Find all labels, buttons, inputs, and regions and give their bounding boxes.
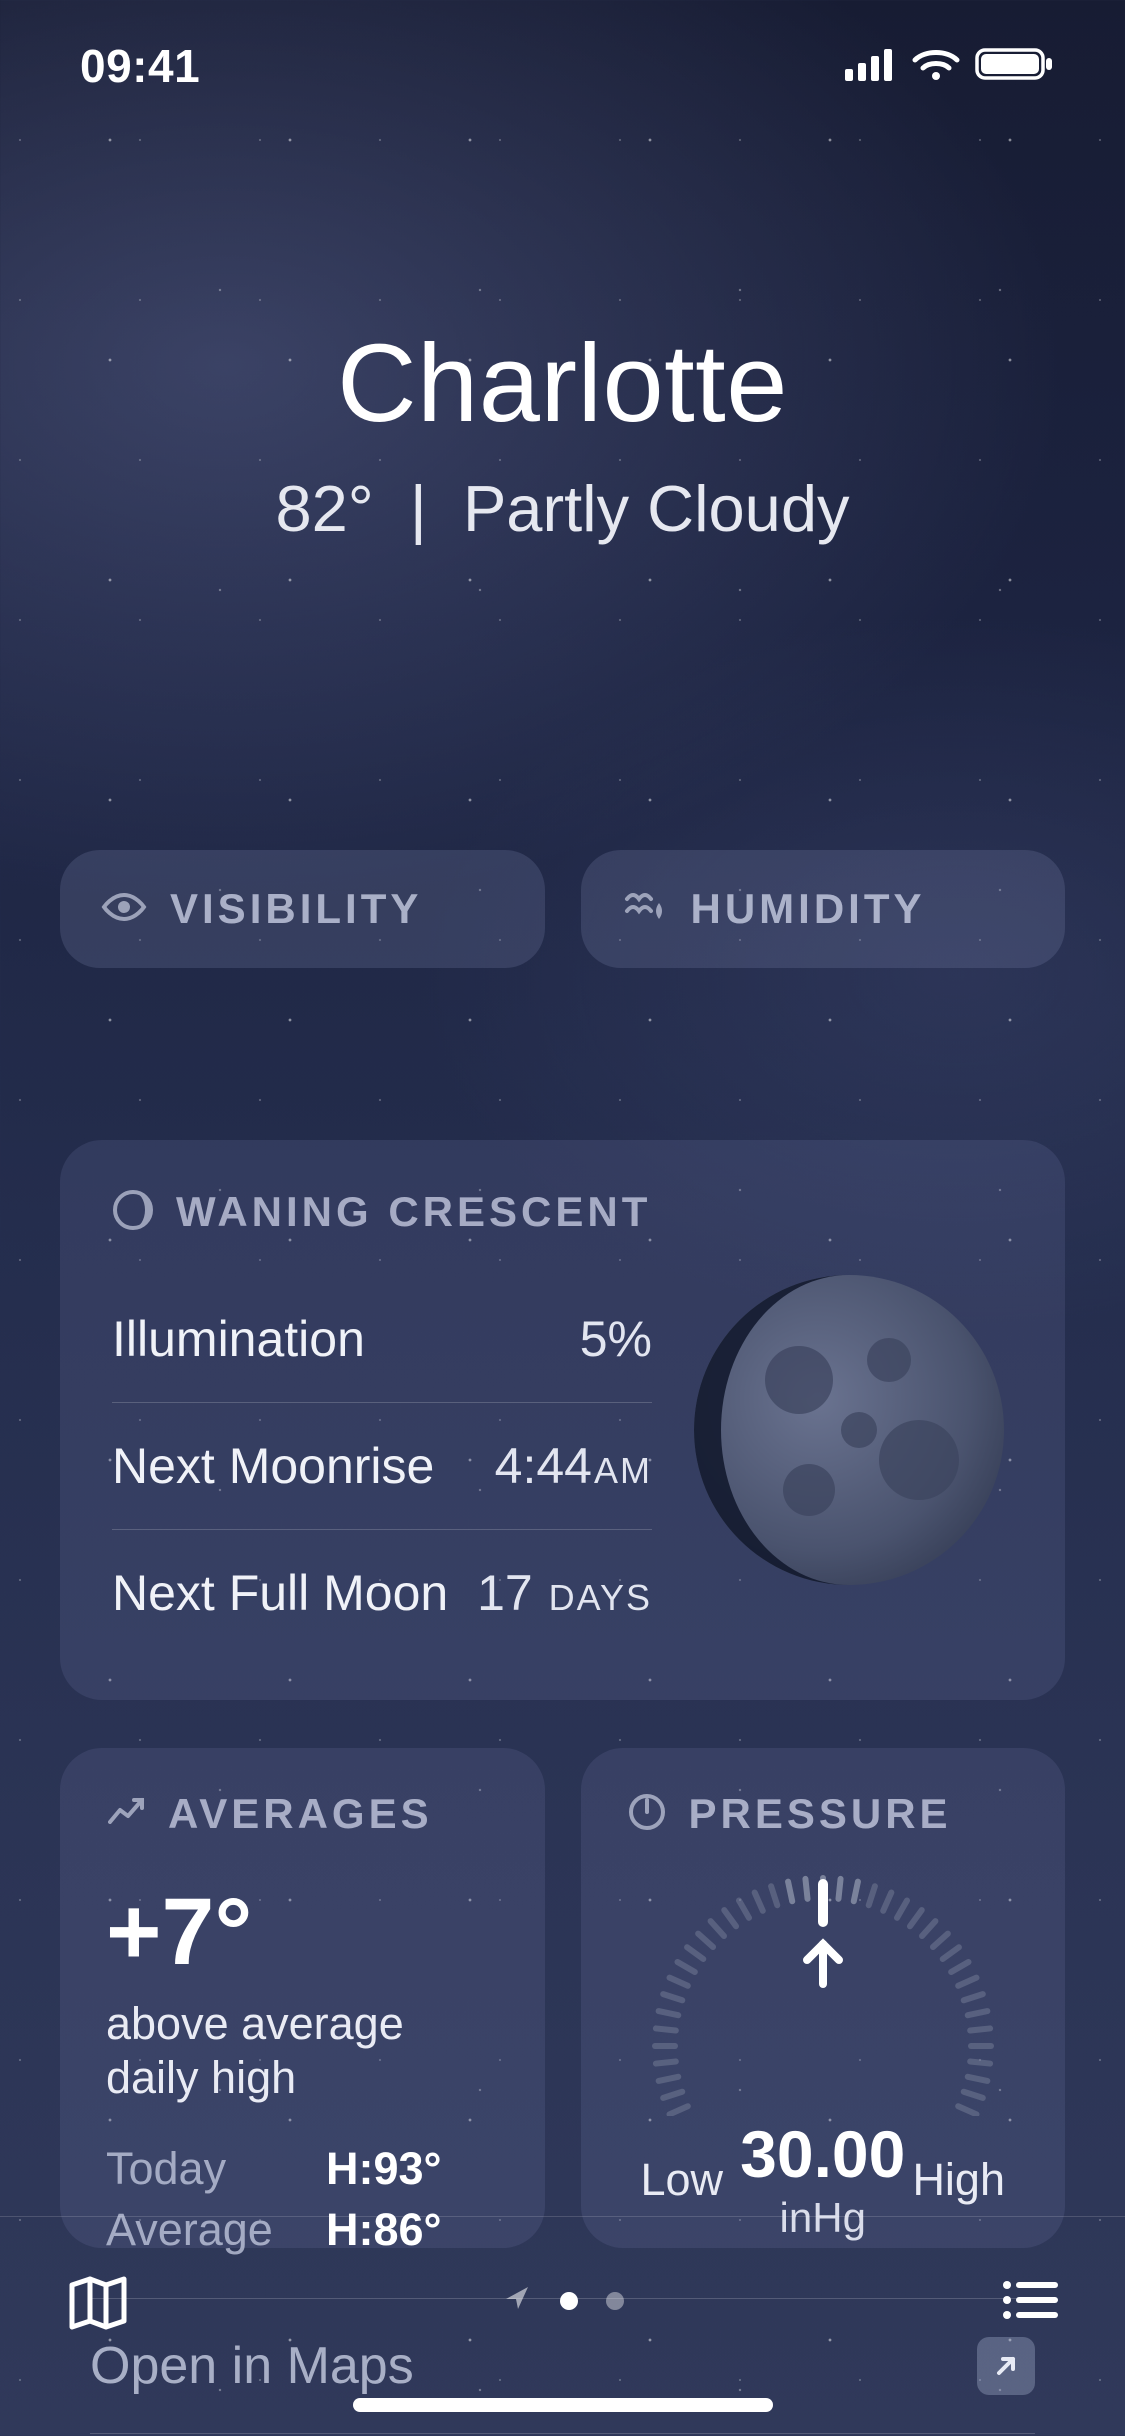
moon-phase-card[interactable]: WANING CRESCENT Illumination 5% Next Moo… — [60, 1140, 1065, 1700]
moonrise-key: Next Moonrise — [112, 1437, 434, 1495]
page-dot-current — [560, 2292, 578, 2310]
separator: | — [410, 472, 427, 545]
averages-delta: +7° — [106, 1878, 499, 1987]
moonrise-value: 4:44AM — [495, 1437, 652, 1495]
location-arrow-icon — [502, 2283, 532, 2318]
humidity-card[interactable]: HUMIDITY — [581, 850, 1066, 968]
moon-image — [689, 1270, 1009, 1590]
city-name: Charlotte — [0, 320, 1125, 447]
illumination-key: Illumination — [112, 1310, 365, 1368]
condition-summary: 82° | Partly Cloudy — [0, 471, 1125, 546]
pressure-label: PRESSURE — [689, 1790, 952, 1838]
status-icons — [845, 46, 1055, 87]
pressure-low-label: Low — [641, 2154, 724, 2206]
status-time: 09:41 — [80, 39, 200, 93]
condition-text: Partly Cloudy — [463, 472, 850, 545]
battery-icon — [975, 46, 1055, 87]
averages-icon — [106, 1792, 146, 1837]
home-indicator[interactable] — [353, 2398, 773, 2412]
full-moon-row: Next Full Moon 17 DAYS — [112, 1530, 652, 1656]
visibility-label: VISIBILITY — [170, 885, 422, 933]
full-moon-value: 17 DAYS — [477, 1564, 652, 1622]
visibility-card[interactable]: VISIBILITY — [60, 850, 545, 968]
list-button[interactable] — [997, 2267, 1063, 2338]
moonrise-row: Next Moonrise 4:44AM — [112, 1403, 652, 1530]
wifi-icon — [911, 46, 961, 87]
page-dot — [606, 2292, 624, 2310]
moon-phase-label: WANING CRESCENT — [176, 1188, 651, 1236]
temperature: 82° — [276, 472, 374, 545]
illumination-row: Illumination 5% — [112, 1276, 652, 1403]
averages-label: AVERAGES — [168, 1790, 433, 1838]
cellular-icon — [845, 47, 897, 86]
illumination-value: 5% — [580, 1310, 652, 1368]
moon-phase-icon — [112, 1189, 154, 1236]
humidity-icon — [621, 883, 669, 936]
pressure-card[interactable]: PRESSURE 30.00 inHg Low High — [581, 1748, 1066, 2248]
eye-icon — [100, 883, 148, 936]
map-button[interactable] — [62, 2267, 134, 2344]
pressure-high-label: High — [912, 2154, 1005, 2206]
status-bar: 09:41 — [0, 0, 1125, 132]
location-header: Charlotte 82° | Partly Cloudy — [0, 320, 1125, 546]
humidity-label: HUMIDITY — [691, 885, 926, 933]
averages-subtext: above averagedaily high — [106, 1997, 499, 2105]
pressure-icon — [627, 1792, 667, 1837]
averages-card[interactable]: AVERAGES +7° above averagedaily high Tod… — [60, 1748, 545, 2248]
full-moon-key: Next Full Moon — [112, 1564, 448, 1622]
page-indicator[interactable] — [502, 2283, 624, 2318]
